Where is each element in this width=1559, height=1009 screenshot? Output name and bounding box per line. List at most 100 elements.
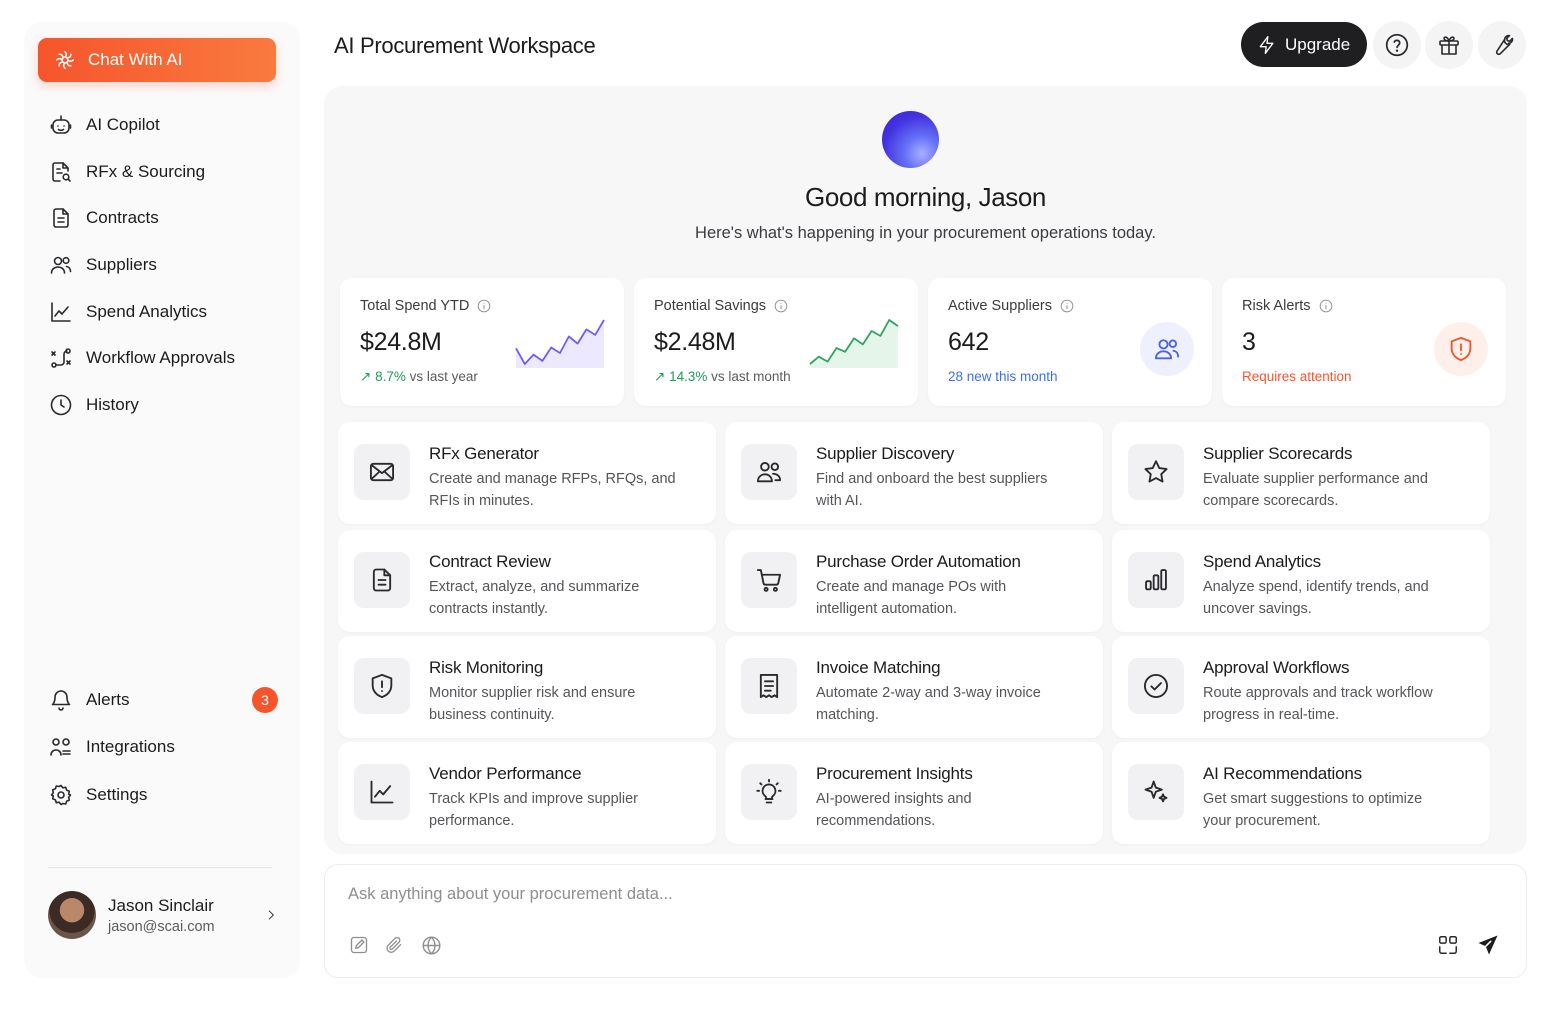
suppliers-icon-circle [1140,322,1194,376]
chat-input[interactable] [348,885,1248,904]
sidebar-item-integrations[interactable]: Integrations [48,724,278,772]
sidebar-item-contracts[interactable]: Contracts [48,195,278,242]
document-search-icon [48,159,74,185]
sidebar-item-alerts[interactable]: Alerts 3 [48,676,278,724]
card-icon-wrap [354,444,410,500]
chevron-right-icon[interactable] [264,908,278,922]
clock-icon [48,392,74,418]
upgrade-button[interactable]: Upgrade [1241,22,1367,67]
sidebar-item-suppliers[interactable]: Suppliers [48,242,278,289]
sidebar-item-spend-analytics[interactable]: Spend Analytics [48,288,278,335]
lightbulb-icon [755,778,783,806]
feature-card-ai-recommendations[interactable]: AI Recommendations Get smart suggestions… [1112,742,1490,844]
feature-card-vendor-performance[interactable]: Vendor Performance Track KPIs and improv… [338,742,716,844]
info-icon[interactable] [774,299,788,313]
sidebar-item-workflow-approvals[interactable]: Workflow Approvals [48,335,278,382]
help-button[interactable] [1373,21,1421,69]
feature-card-contract-review[interactable]: Contract Review Extract, analyze, and su… [338,530,716,632]
upgrade-label: Upgrade [1285,34,1351,54]
sidebar-bottom-nav: Alerts 3 Integrations Settings [48,676,278,819]
stat-card-potential-savings[interactable]: Potential Savings $2.48M ↗ 14.3% vs last… [634,278,918,406]
scan-icon[interactable] [1436,933,1460,957]
paperclip-icon[interactable] [382,933,406,957]
sidebar-item-label: Integrations [86,737,175,757]
card-title: Procurement Insights [816,764,973,783]
tools-button[interactable] [1478,21,1526,69]
feature-card-supplier-discovery[interactable]: Supplier Discovery Find and onboard the … [725,422,1103,524]
page-title: AI Procurement Workspace [334,33,596,58]
card-description: Automate 2-way and 3-way invoice matchin… [816,685,1041,723]
card-title: Risk Monitoring [429,658,544,677]
ai-orb-logo [882,111,939,168]
gift-button[interactable] [1425,21,1473,69]
info-icon[interactable] [1060,299,1074,313]
lightning-icon [1257,35,1277,55]
card-title: Supplier Discovery [816,444,955,463]
shield-icon [368,672,396,700]
user-name: Jason Sinclair [108,895,214,915]
integrations-icon [48,734,74,760]
user-email: jason@scai.com [108,918,215,935]
info-icon[interactable] [477,299,491,313]
card-description: Get smart suggestions to optimize your p… [1203,791,1423,829]
card-icon-wrap [1128,658,1184,714]
stat-change-value: 14.3% [669,369,708,384]
stat-label: Risk Alerts [1242,298,1311,314]
stat-card-active-suppliers[interactable]: Active Suppliers 642 28 new this month [928,278,1212,406]
sidebar: Chat With AI AI Copilot RFx & Sourcing C… [24,22,300,978]
card-description: Evaluate supplier performance and compar… [1203,471,1428,509]
users-icon [1153,335,1181,363]
card-description: Extract, analyze, and summarize contract… [429,579,640,617]
sidebar-item-history[interactable]: History [48,382,278,429]
stat-value: 3 [1242,328,1256,356]
stat-card-risk-alerts[interactable]: Risk Alerts 3 Requires attention [1222,278,1506,406]
chat-composer [324,864,1527,978]
globe-icon[interactable] [419,933,443,957]
gift-icon [1437,33,1461,57]
stat-label: Total Spend YTD [360,298,470,314]
sidebar-item-label: Workflow Approvals [86,348,235,368]
help-icon [1384,32,1410,58]
stat-change-value: 8.7% [375,369,406,384]
stat-value: $2.48M [654,328,736,356]
stat-label-wrap: Risk Alerts [1242,298,1333,314]
edit-icon[interactable] [347,933,371,957]
users-icon [755,458,783,486]
user-profile[interactable]: Jason Sinclair jason@scai.com [48,890,278,940]
card-title: Supplier Scorecards [1203,444,1353,463]
line-chart-icon [368,778,396,806]
sidebar-item-label: Contracts [86,208,159,228]
sidebar-item-ai-copilot[interactable]: AI Copilot [48,102,278,149]
stat-value: $24.8M [360,328,442,356]
feature-card-invoice-matching[interactable]: Invoice Matching Automate 2-way and 3-wa… [725,636,1103,738]
card-icon-wrap [741,552,797,608]
card-description: Monitor supplier risk and ensure busines… [429,685,636,723]
sidebar-item-settings[interactable]: Settings [48,771,278,819]
feature-card-procurement-insights[interactable]: Procurement Insights AI-powered insights… [725,742,1103,844]
card-title: Vendor Performance [429,764,582,783]
sidebar-item-label: Suppliers [86,255,157,275]
card-description: Create and manage RFPs, RFQs, and RFIs i… [429,471,676,509]
sparkline-potential-savings [809,319,899,368]
feature-card-rfx-generator[interactable]: RFx Generator Create and manage RFPs, RF… [338,422,716,524]
document-icon [368,566,396,594]
feature-card-risk-monitoring[interactable]: Risk Monitoring Monitor supplier risk an… [338,636,716,738]
stat-change: ↗ 14.3% vs last month [654,369,791,385]
workflow-icon [48,345,74,371]
info-icon[interactable] [1319,299,1333,313]
bar-chart-icon [1142,566,1170,594]
card-title: Contract Review [429,552,551,571]
feature-card-spend-analytics[interactable]: Spend Analytics Analyze spend, identify … [1112,530,1490,632]
sidebar-item-rfx-sourcing[interactable]: RFx & Sourcing [48,149,278,196]
stat-card-total-spend[interactable]: Total Spend YTD $24.8M ↗ 8.7% vs last ye… [340,278,624,406]
envelope-icon [368,458,396,486]
user-info: Jason Sinclair jason@scai.com [108,896,215,935]
sidebar-item-label: Settings [86,784,148,804]
line-chart-icon [48,299,74,325]
chat-with-ai-button[interactable]: Chat With AI [38,38,276,82]
send-icon[interactable] [1476,933,1500,957]
feature-card-approval-workflows[interactable]: Approval Workflows Route approvals and t… [1112,636,1490,738]
feature-card-supplier-scorecards[interactable]: Supplier Scorecards Evaluate supplier pe… [1112,422,1490,524]
feature-card-purchase-order-automation[interactable]: Purchase Order Automation Create and man… [725,530,1103,632]
trend-up-icon: ↗ [360,369,376,384]
